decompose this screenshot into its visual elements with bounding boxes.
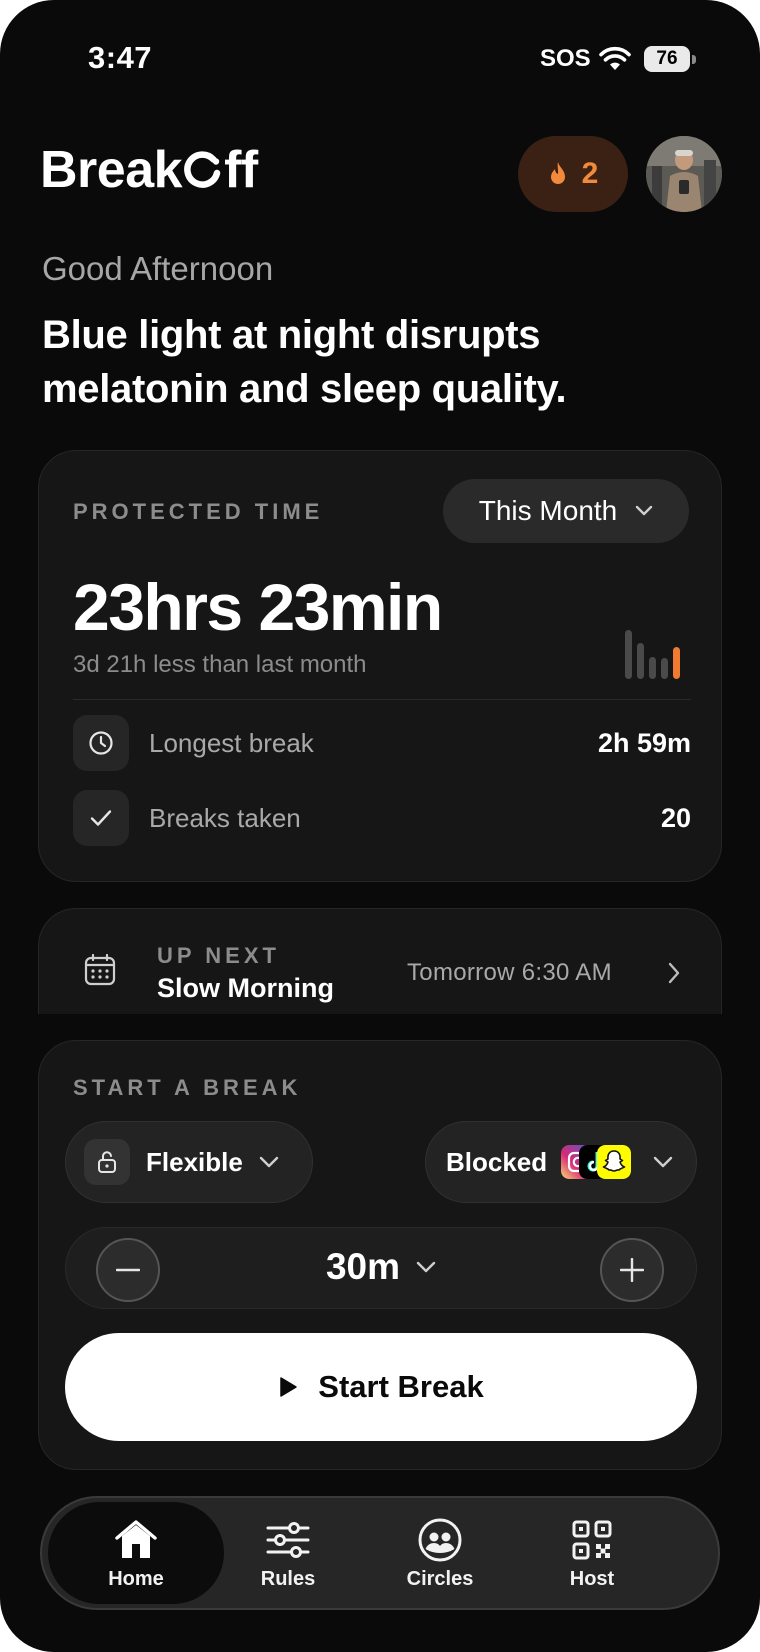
period-dropdown[interactable]: This Month [443, 479, 689, 543]
streak-count: 2 [581, 157, 599, 190]
start-break-card: START A BREAK Flexible Blocked 30m Start… [38, 1040, 722, 1470]
start-break-label: START A BREAK [73, 1075, 302, 1100]
tab-label: Home [108, 1567, 164, 1590]
daily-tip: Blue light at night disrupts melatonin a… [42, 313, 567, 411]
unlock-icon [84, 1139, 130, 1185]
avatar-photo [646, 136, 722, 212]
logo-text-suffix: ff [224, 141, 258, 199]
protected-time-label: PROTECTED TIME [73, 499, 324, 524]
logo-o-mark-icon [184, 151, 221, 188]
app-screen: 3:47 SOS 76 Break ff 2 Good Afternoon Bl… [0, 0, 760, 1652]
play-icon [280, 1377, 298, 1397]
carrier-label: SOS [540, 45, 591, 72]
wifi-icon [599, 46, 631, 70]
up-next-title: Slow Morning [157, 973, 334, 1003]
chevron-down-icon [636, 505, 653, 516]
logo-text-prefix: Break [40, 141, 183, 199]
mini-chart-bar [637, 643, 644, 679]
mini-chart-bar [649, 657, 656, 679]
tab-label: Rules [260, 1567, 316, 1590]
sliders-icon [266, 1521, 310, 1558]
check-icon [73, 790, 129, 846]
chevron-down-icon [416, 1261, 436, 1273]
greeting-text: Good Afternoon [42, 250, 274, 287]
status-bar: 3:47 SOS 76 [0, 40, 760, 84]
duration-stepper: 30m [65, 1227, 697, 1309]
stat-label: Longest break [149, 727, 314, 758]
chevron-down-icon [259, 1156, 279, 1168]
home-icon [115, 1519, 157, 1558]
increase-duration-button[interactable] [600, 1238, 664, 1302]
mini-chart-bar [673, 647, 680, 679]
battery-icon: 76 [644, 46, 696, 72]
card-divider [73, 699, 691, 700]
app-logo: Break ff [40, 140, 258, 200]
status-time: 3:47 [88, 40, 153, 75]
mini-chart-bar [661, 658, 668, 679]
tab-circles[interactable]: Circles [352, 1502, 528, 1604]
mini-bar-chart [625, 621, 691, 679]
people-circle-icon [418, 1518, 462, 1561]
blocked-app-icons [561, 1145, 633, 1179]
stat-value: 20 [660, 802, 691, 833]
tab-bar: Home Rules Circles Host [40, 1496, 720, 1610]
battery-level: 76 [644, 46, 690, 72]
break-mode-dropdown[interactable]: Flexible [65, 1121, 313, 1203]
blocked-apps-dropdown[interactable]: Blocked [425, 1121, 697, 1203]
protected-time-total: 23hrs 23min [73, 570, 443, 644]
up-next-time: Tomorrow 6:30 AM [407, 959, 612, 986]
flame-icon [550, 162, 565, 184]
tab-home[interactable]: Home [48, 1502, 224, 1604]
clock-icon [73, 715, 129, 771]
blocked-label: Blocked [446, 1146, 548, 1177]
stat-row-longest-break: Longest break 2h 59m [73, 715, 691, 771]
stat-value: 2h 59m [597, 727, 691, 758]
duration-value: 30m [325, 1246, 401, 1287]
start-break-label: Start Break [318, 1369, 484, 1404]
start-break-button[interactable]: Start Break [65, 1333, 697, 1441]
tab-rules[interactable]: Rules [200, 1502, 376, 1604]
protected-time-card: PROTECTED TIME This Month 23hrs 23min 3d… [38, 450, 722, 882]
snapchat-icon [597, 1145, 632, 1179]
stat-row-breaks-taken: Breaks taken 20 [73, 790, 691, 846]
chevron-down-icon [653, 1156, 673, 1168]
streak-badge[interactable]: 2 [518, 136, 628, 212]
avatar[interactable] [646, 136, 722, 212]
stat-label: Breaks taken [149, 802, 301, 833]
mini-chart-bar [625, 630, 632, 679]
tab-label: Host [569, 1567, 615, 1590]
protected-time-comparison: 3d 21h less than last month [73, 651, 367, 678]
up-next-card[interactable]: UP NEXT Slow Morning Tomorrow 6:30 AM [38, 908, 722, 1014]
up-next-label: UP NEXT [157, 943, 280, 968]
tab-label: Circles [406, 1567, 474, 1590]
period-label: This Month [478, 495, 618, 526]
chevron-right-icon [668, 962, 680, 984]
plus-icon [620, 1258, 644, 1282]
calendar-icon [84, 953, 116, 986]
break-mode-label: Flexible [146, 1146, 243, 1177]
qr-code-icon [572, 1520, 612, 1559]
tab-host[interactable]: Host [504, 1502, 680, 1604]
